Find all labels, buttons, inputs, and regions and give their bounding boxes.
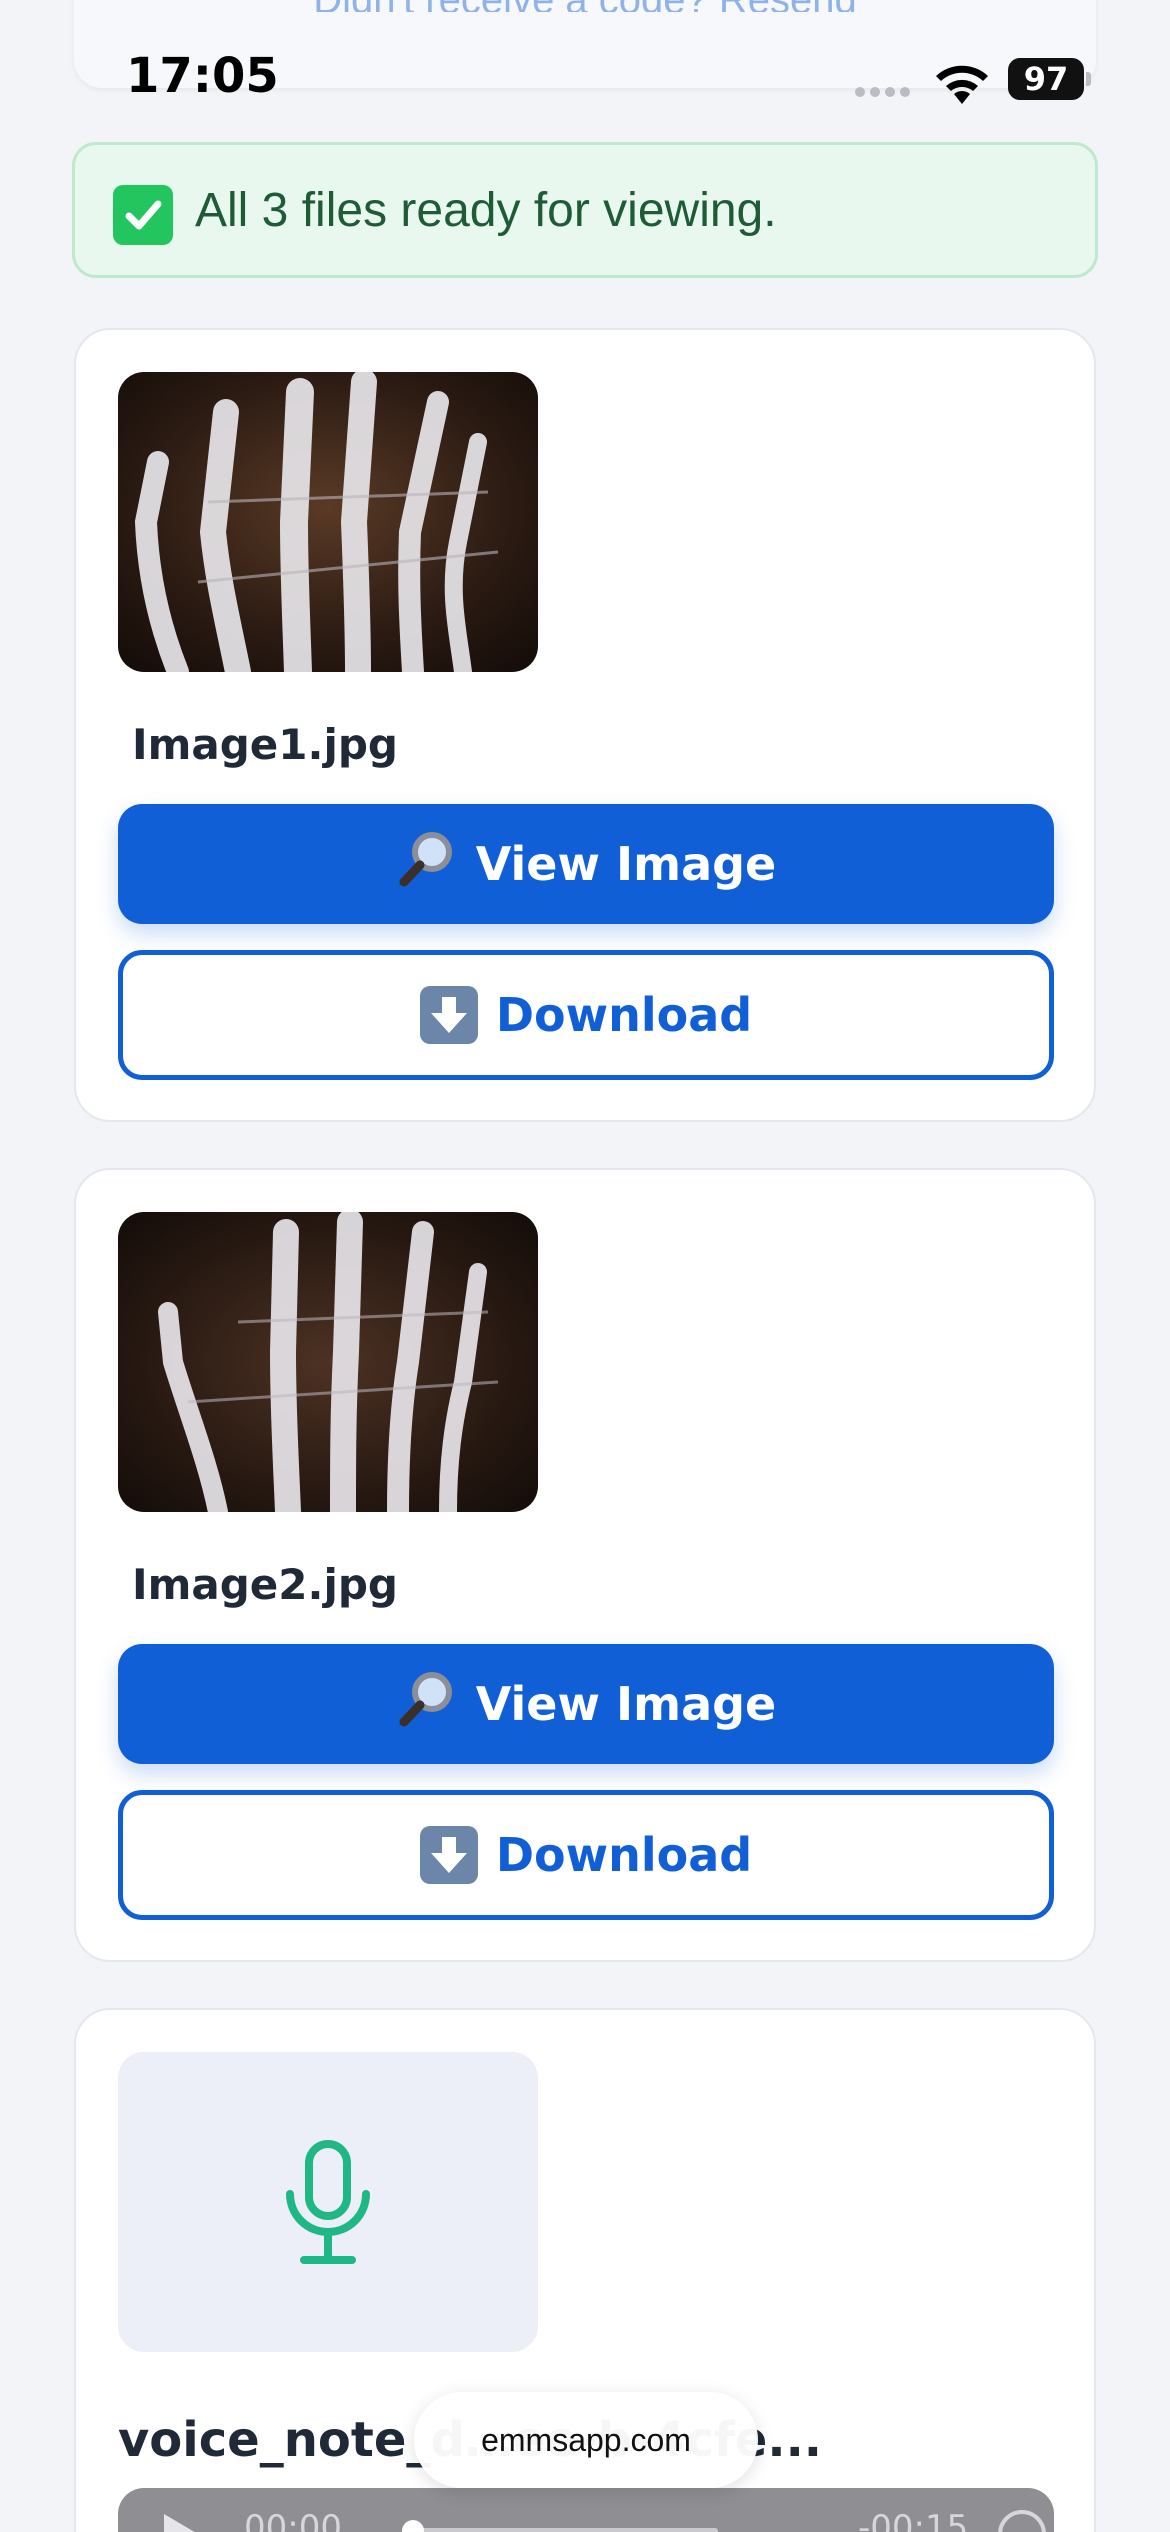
play-icon[interactable] <box>160 2512 200 2532</box>
voice-note-thumbnail <box>118 2052 538 2352</box>
view-image-button[interactable]: View Image <box>118 1644 1054 1764</box>
battery-indicator: 97 <box>1008 58 1084 100</box>
banner-text: All 3 files ready for viewing. <box>195 184 777 237</box>
image-thumbnail[interactable] <box>118 372 538 672</box>
download-button[interactable]: Download <box>118 950 1054 1080</box>
audio-current-time: 00:00 <box>244 2508 342 2532</box>
audio-progress-track[interactable] <box>408 2528 718 2532</box>
resend-code-link[interactable]: Didn't receive a code? Resend <box>74 0 1096 12</box>
magnifier-icon <box>396 828 458 901</box>
down-arrow-icon <box>419 986 478 1044</box>
magnifier-icon <box>396 1668 458 1741</box>
image-thumbnail[interactable] <box>118 1212 538 1512</box>
status-bar: 17:05 97 <box>0 40 1170 120</box>
wifi-icon <box>936 65 988 104</box>
audio-remaining-time: -00:15 <box>858 2508 969 2532</box>
download-label: Download <box>495 988 753 1042</box>
microphone-icon <box>286 2140 370 2264</box>
view-image-label: View Image <box>475 837 777 891</box>
down-arrow-icon <box>419 1826 478 1884</box>
cellular-signal-icon <box>855 84 915 102</box>
view-image-button[interactable]: View Image <box>118 804 1054 924</box>
file-card: Image2.jpg View Image Download <box>74 1168 1096 1962</box>
more-options-icon[interactable] <box>998 2510 1046 2532</box>
download-label: Download <box>495 1828 753 1882</box>
file-name: Image1.jpg <box>132 720 398 769</box>
download-button[interactable]: Download <box>118 1790 1054 1920</box>
audio-progress-knob[interactable] <box>402 2520 424 2532</box>
browser-url-bar[interactable]: emmsapp.com <box>414 2392 758 2488</box>
file-name: Image2.jpg <box>132 1560 398 1609</box>
check-mark-icon <box>113 185 173 245</box>
file-card: Image1.jpg View Image Download <box>74 328 1096 1122</box>
view-image-label: View Image <box>475 1677 777 1731</box>
status-time: 17:05 <box>126 48 279 104</box>
url-text: emmsapp.com <box>481 2421 691 2458</box>
battery-cap <box>1086 72 1091 86</box>
audio-player[interactable]: 00:00 -00:15 <box>118 2488 1054 2532</box>
success-banner: All 3 files ready for viewing. <box>72 142 1098 278</box>
